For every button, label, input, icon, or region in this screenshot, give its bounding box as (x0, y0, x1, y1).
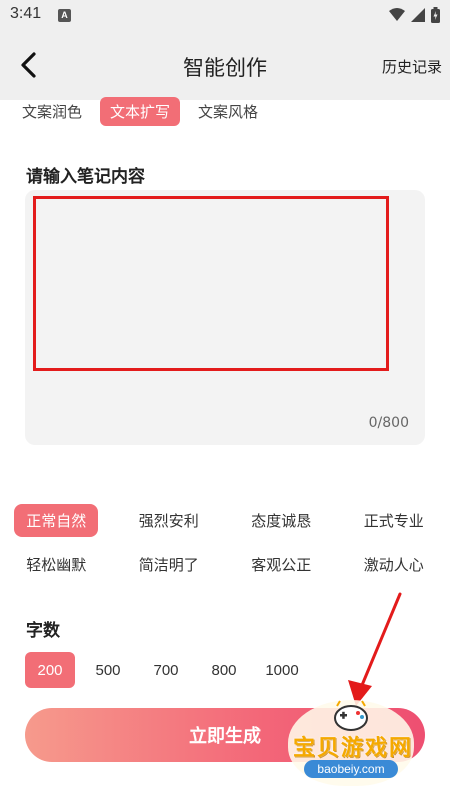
style-option[interactable]: 正常自然 (0, 503, 113, 537)
style-option[interactable]: 强烈安利 (113, 504, 226, 537)
word-count-option[interactable]: 1000 (257, 652, 307, 688)
wifi-icon (389, 8, 405, 21)
style-option-label: 激动人心 (363, 555, 424, 574)
style-option-label: 轻松幽默 (26, 555, 87, 574)
style-option-label: 正常自然 (14, 503, 99, 537)
signal-icon (411, 8, 425, 22)
word-count-option[interactable]: 700 (141, 652, 191, 688)
style-row: 轻松幽默 简洁明了 客观公正 激动人心 (0, 542, 450, 586)
status-bar: 3:41 A (0, 0, 450, 30)
watermark-url: baobeiy.com (304, 760, 398, 778)
notification-app-icon: A (58, 9, 71, 22)
status-time: 3:41 (10, 5, 42, 22)
mode-tab[interactable]: 文案润色 (12, 97, 92, 126)
content-section-title: 请输入笔记内容 (26, 167, 145, 187)
app-header: 智能创作 历史记录 (0, 30, 450, 100)
highlight-box (33, 196, 389, 371)
note-content-input[interactable]: 0/800 (25, 190, 425, 445)
style-option-label: 强烈安利 (138, 511, 199, 530)
annotation-arrow (348, 592, 402, 706)
mode-tabs: 文案润色 文本扩写 文案风格 (12, 97, 276, 126)
battery-icon (431, 7, 440, 23)
style-row: 正常自然 强烈安利 态度诚恳 正式专业 (0, 498, 450, 542)
style-option-label: 态度诚恳 (251, 511, 312, 530)
style-options: 正常自然 强烈安利 态度诚恳 正式专业轻松幽默 简洁明了 客观公正 激动人心 (0, 498, 450, 586)
style-option-label: 简洁明了 (138, 555, 199, 574)
status-icons (389, 7, 440, 23)
word-count-title: 字数 (26, 621, 60, 641)
style-option[interactable]: 轻松幽默 (0, 548, 113, 581)
style-option-label: 客观公正 (251, 555, 312, 574)
style-option[interactable]: 激动人心 (338, 548, 450, 581)
word-count-options: 200 500 700 800 1000 (25, 652, 315, 688)
style-option[interactable]: 正式专业 (338, 504, 450, 537)
mode-tab[interactable]: 文本扩写 (100, 97, 181, 126)
char-counter: 0/800 (368, 415, 409, 431)
generate-button[interactable]: 立即生成 (25, 708, 425, 762)
history-link[interactable]: 历史记录 (382, 56, 442, 77)
style-option[interactable]: 简洁明了 (113, 548, 226, 581)
style-option-label: 正式专业 (363, 511, 424, 530)
style-option[interactable]: 态度诚恳 (225, 504, 338, 537)
word-count-option[interactable]: 800 (199, 652, 249, 688)
word-count-option[interactable]: 500 (83, 652, 133, 688)
mode-tab[interactable]: 文案风格 (188, 97, 268, 126)
style-option[interactable]: 客观公正 (225, 548, 338, 581)
word-count-option[interactable]: 200 (25, 652, 75, 688)
